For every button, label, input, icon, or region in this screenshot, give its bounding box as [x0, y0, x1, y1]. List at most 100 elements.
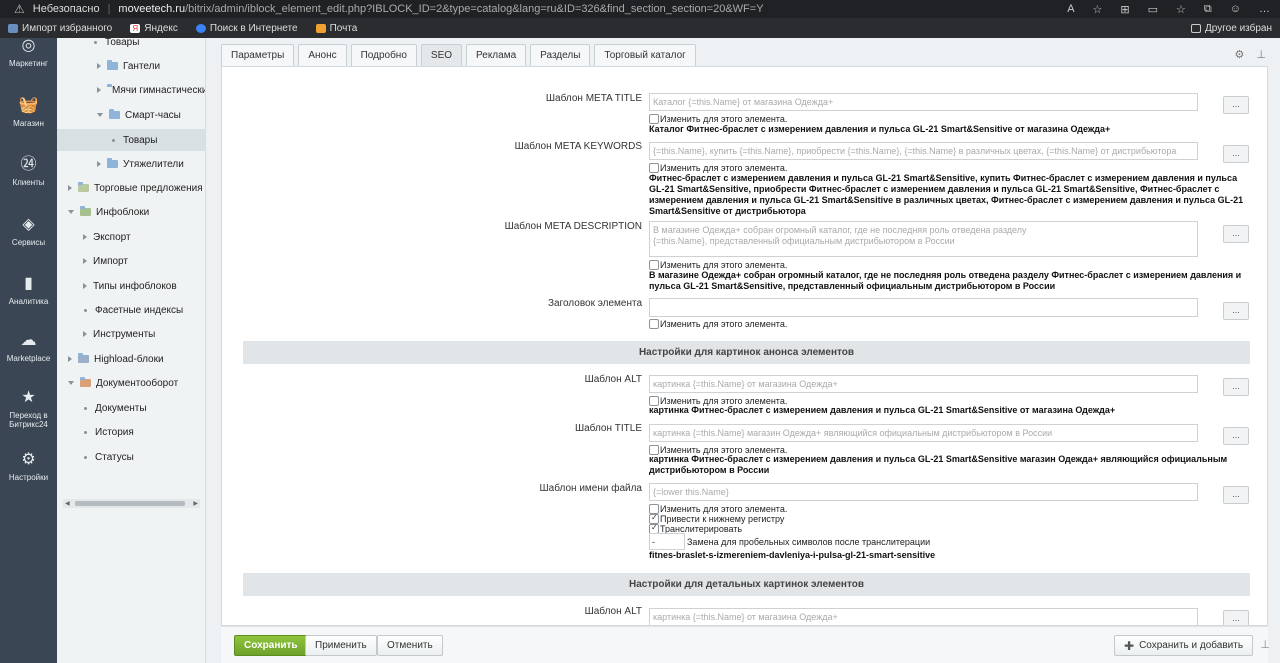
tab-detail[interactable]: Подробно — [350, 44, 417, 66]
tree-item-history[interactable]: История — [57, 421, 205, 443]
scroll-left-icon[interactable]: ◀ — [65, 500, 70, 507]
tree-item-statuses[interactable]: Статусы — [57, 446, 205, 468]
star-icon[interactable]: ☆ — [1093, 3, 1103, 16]
tree-item-tovary-top[interactable]: Товары — [57, 38, 205, 53]
split-screen-icon[interactable]: ▭ — [1148, 3, 1158, 16]
meta-keywords-dots-button[interactable]: ... — [1223, 145, 1249, 163]
apply-button[interactable]: Применить — [305, 635, 377, 656]
heading-change-checkbox[interactable]: Изменить для этого элемента. — [649, 318, 787, 329]
tab-params[interactable]: Параметры — [221, 44, 295, 66]
gear-icon[interactable]: ⚙ — [1235, 48, 1245, 61]
meta-description-input[interactable]: В магазине Одежда+ собран огромный катал… — [649, 221, 1198, 257]
pin-icon[interactable]: ⊥ — [1256, 48, 1266, 61]
menu-analytics[interactable]: ▮ Аналитика — [0, 274, 57, 306]
detail-alt-dots-button[interactable]: ... — [1223, 610, 1249, 625]
save-button[interactable]: Сохранить — [234, 635, 308, 656]
collections-icon[interactable]: ⧉ — [1204, 3, 1212, 16]
tab-seo[interactable]: SEO — [420, 44, 463, 66]
tree-horizontal-scrollbar[interactable]: ◀ ▶ — [63, 499, 200, 508]
announce-title-input[interactable]: картинка {=this.Name} магазин Одежда+ яв… — [649, 424, 1198, 442]
tree-item-documents[interactable]: Документы — [57, 397, 205, 419]
url-text[interactable]: moveetech.ru/bitrix/admin/iblock_element… — [118, 3, 763, 15]
space-replace-input[interactable]: - — [649, 533, 685, 550]
detail-alt-label: Шаблон ALT — [584, 606, 642, 617]
tree-item-import[interactable]: Импорт — [57, 250, 205, 272]
bookmark-mail[interactable]: Почта — [315, 23, 357, 34]
tree-item-myachi[interactable]: Мячи гимнастические — [57, 79, 205, 101]
menu-bitrix24[interactable]: ★ Переход в Битрикс24 — [0, 388, 57, 429]
meta-keywords-preview: Фитнес-браслет с измерением давления и п… — [649, 173, 1244, 216]
bookmark-other[interactable]: Другое избран — [1191, 18, 1272, 38]
menu-settings[interactable]: ⚙ Настройки — [0, 450, 57, 482]
menu-clients[interactable]: ㉔ Клиенты — [0, 155, 57, 187]
scroll-right-icon[interactable]: ▶ — [193, 500, 198, 507]
detail-alt-input[interactable]: картинка {=this.Name} от магазина Одежда… — [649, 608, 1198, 625]
checkbox[interactable] — [649, 259, 659, 270]
announce-alt-dots-button[interactable]: ... — [1223, 378, 1249, 396]
bookmark-yandex[interactable]: Я Яндекс — [130, 23, 178, 34]
folder-icon — [107, 158, 118, 168]
tree-item-facet-indexes[interactable]: Фасетные индексы — [57, 299, 205, 321]
layers-icon: ◈ — [22, 216, 35, 233]
font-icon[interactable]: A — [1067, 3, 1074, 15]
pin-icon[interactable]: ⊥ — [1260, 638, 1270, 651]
tree-item-iblock-types[interactable]: Типы инфоблоков — [57, 275, 205, 297]
tree-item-infoblocks[interactable]: Инфоблоки — [57, 201, 205, 223]
checkbox[interactable] — [649, 162, 659, 173]
security-label[interactable]: Небезопасно — [33, 3, 100, 15]
meta-description-dots-button[interactable]: ... — [1223, 225, 1249, 243]
tree-item-workflow[interactable]: Документооборот — [57, 372, 205, 394]
profile-icon[interactable]: ☺ — [1230, 3, 1241, 15]
tree-item-tovary-selected[interactable]: Товары — [57, 129, 205, 151]
search-globe-icon — [195, 23, 206, 33]
scrollbar-thumb[interactable] — [75, 501, 185, 506]
meta-description-change-checkbox[interactable]: Изменить для этого элемента. — [649, 259, 787, 270]
bookmark-search[interactable]: Поиск в Интернете — [195, 23, 298, 34]
meta-description-label: Шаблон META DESCRIPTION — [504, 221, 642, 232]
filename-preview: fitnes-braslet-s-izmereniem-davleniya-i-… — [649, 550, 936, 560]
extensions-icon[interactable]: ⊞ — [1120, 3, 1129, 16]
tree-item-ganteli[interactable]: Гантели — [57, 55, 205, 77]
tab-trade-catalog[interactable]: Торговый каталог — [594, 44, 696, 66]
tree-item-export[interactable]: Экспорт — [57, 226, 205, 248]
checkbox[interactable] — [649, 318, 659, 329]
checkbox[interactable] — [649, 444, 659, 455]
checkbox[interactable] — [649, 113, 659, 124]
bookmark-import[interactable]: Импорт избранного — [8, 23, 112, 34]
menu-marketing[interactable]: ◎ Маркетинг — [0, 36, 57, 68]
arrow-down-icon — [68, 210, 74, 214]
save-and-add-button[interactable]: ✚ Сохранить и добавить — [1114, 635, 1254, 656]
filename-dots-button[interactable]: ... — [1223, 486, 1249, 504]
checkbox[interactable] — [649, 395, 659, 406]
meta-title-preview: Каталог Фитнес-браслет с измерением давл… — [649, 124, 1111, 134]
meta-keywords-change-checkbox[interactable]: Изменить для этого элемента. — [649, 162, 787, 173]
favorites-icon[interactable]: ☆ — [1176, 3, 1186, 16]
basket-icon: 🧺 — [18, 97, 39, 114]
announce-alt-input[interactable]: картинка {=this.Name} от магазина Одежда… — [649, 375, 1198, 393]
tree-item-trade-offers[interactable]: Торговые предложения — [57, 177, 205, 199]
menu-marketplace[interactable]: ☁ Marketplace — [0, 331, 57, 363]
tree-item-utyazheliteli[interactable]: Утяжелители — [57, 153, 205, 175]
meta-title-change-checkbox[interactable]: Изменить для этого элемента. — [649, 113, 787, 124]
menu-shop[interactable]: 🧺 Магазин — [0, 96, 57, 128]
heading-dots-button[interactable]: ... — [1223, 302, 1249, 320]
tab-ads[interactable]: Реклама — [466, 44, 527, 66]
tab-sections[interactable]: Разделы — [530, 44, 591, 66]
heading-input[interactable] — [649, 298, 1198, 317]
form-footer: Сохранить Применить Отменить ✚ Сохранить … — [221, 626, 1268, 663]
filename-input[interactable]: {=lower this.Name} — [649, 483, 1198, 501]
menu-services[interactable]: ◈ Сервисы — [0, 215, 57, 247]
tab-announce[interactable]: Анонс — [298, 44, 347, 66]
checkbox-checked[interactable] — [649, 523, 659, 534]
announce-title-dots-button[interactable]: ... — [1223, 427, 1249, 445]
cancel-button[interactable]: Отменить — [377, 635, 443, 656]
tree-item-smart-watch[interactable]: Смарт-часы — [57, 104, 205, 126]
meta-keywords-input[interactable]: {=this.Name}, купить {=this.Name}, приоб… — [649, 142, 1198, 160]
more-icon[interactable]: … — [1259, 3, 1270, 15]
tree-item-highload[interactable]: Highload-блоки — [57, 348, 205, 370]
meta-title-input[interactable]: Каталог {=this.Name} от магазина Одежда+ — [649, 93, 1198, 111]
tree-item-tools[interactable]: Инструменты — [57, 323, 205, 345]
section-announce-pictures: Настройки для картинок анонса элементов — [243, 341, 1250, 364]
meta-title-dots-button[interactable]: ... — [1223, 96, 1249, 114]
import-icon — [8, 23, 18, 33]
